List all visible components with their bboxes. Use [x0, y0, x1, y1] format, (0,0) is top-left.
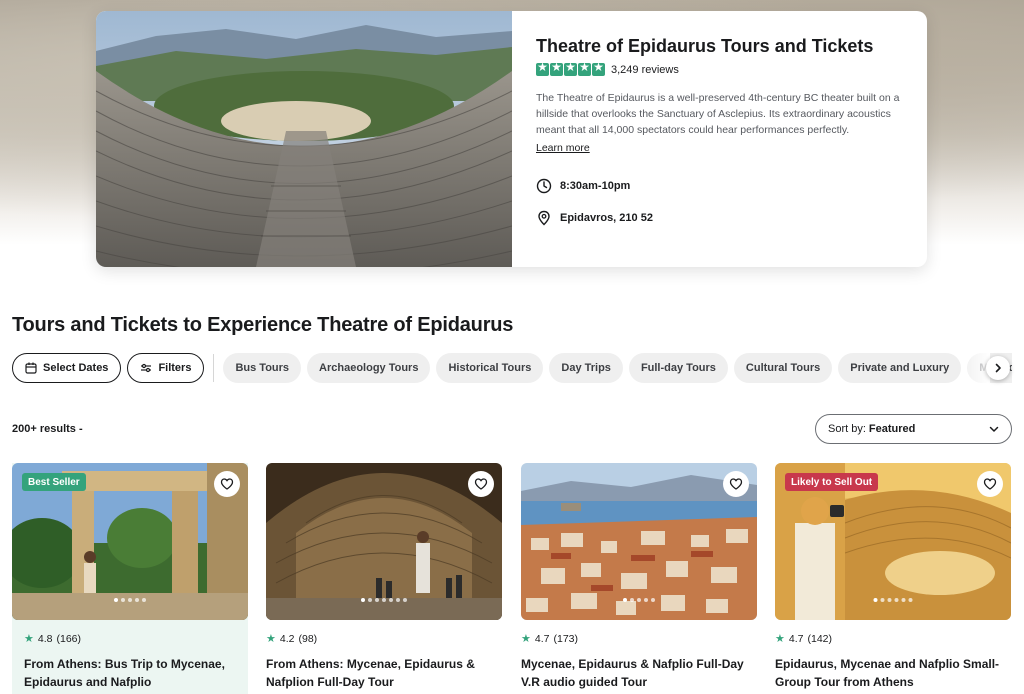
chip-archaeology-tours[interactable]: Archaeology Tours	[307, 353, 431, 383]
sort-value: Featured	[868, 423, 916, 435]
chip-historical-tours[interactable]: Historical Tours	[436, 353, 544, 383]
select-dates-button[interactable]: Select Dates	[12, 353, 122, 383]
results-count: 200+ results -	[12, 423, 83, 435]
chevron-down-icon	[989, 426, 999, 432]
rating-value: 4.8	[37, 632, 53, 645]
rating-value: 4.7	[534, 632, 550, 645]
location-text: Epidavros, 210 52	[560, 212, 653, 224]
chip-full-day-tours[interactable]: Full-day Tours	[628, 353, 728, 383]
hero-photo	[96, 11, 512, 267]
hero-card: Theatre of Epidaurus Tours and Tickets 3…	[96, 11, 927, 267]
chip-cultural-tours[interactable]: Cultural Tours	[733, 353, 833, 383]
rating-count: (166)	[56, 632, 81, 645]
chip-bus-tours[interactable]: Bus Tours	[223, 353, 302, 383]
location: Epidavros, 210 52	[536, 210, 908, 226]
carousel-dots	[873, 598, 913, 602]
heart-icon	[983, 478, 997, 490]
star-icon	[536, 60, 549, 76]
carousel-dots	[361, 598, 407, 602]
tour-card[interactable]: Best Seller ★ 4.8 (166) From Athens: Bus…	[12, 463, 248, 694]
hours-text: 8:30am-10pm	[560, 180, 631, 192]
sort-dropdown[interactable]: Sort by: Featured	[815, 414, 1012, 444]
card-title[interactable]: Epidaurus, Mycenae and Nafplio Small-Gro…	[775, 655, 1011, 691]
best-seller-badge: Best Seller	[22, 473, 86, 491]
card-rating: ★ 4.8 (166)	[12, 632, 248, 645]
star-icon	[564, 60, 577, 76]
tour-photo[interactable]	[266, 463, 502, 620]
star-icon: ★	[775, 632, 785, 645]
opening-hours: 8:30am-10pm	[536, 178, 908, 194]
carousel-dots	[623, 598, 655, 602]
tour-photo[interactable]	[521, 463, 757, 620]
filter-bar: Select Dates Filters Bus Tours Archaeolo…	[12, 353, 1012, 383]
reviews-count: 3,249 reviews	[611, 63, 679, 76]
filters-button[interactable]: Filters	[127, 353, 205, 383]
rating-stars	[536, 60, 605, 76]
sort-prefix: Sort by:	[828, 423, 866, 435]
calendar-icon	[25, 362, 37, 374]
chips-next-button[interactable]	[986, 356, 1010, 380]
star-icon: ★	[521, 632, 531, 645]
star-icon	[578, 60, 591, 76]
tour-card[interactable]: ★ 4.7 (173) Mycenae, Epidaurus & Nafplio…	[521, 463, 757, 694]
star-icon	[592, 60, 605, 76]
rating-value: 4.2	[279, 632, 295, 645]
page-title: Theatre of Epidaurus Tours and Tickets	[536, 36, 874, 56]
likely-to-sell-out-badge: Likely to Sell Out	[785, 473, 879, 491]
star-icon: ★	[266, 632, 276, 645]
learn-more-link[interactable]: Learn more	[536, 142, 590, 154]
carousel-dots	[114, 598, 146, 602]
hero-rating[interactable]: 3,249 reviews	[536, 60, 908, 76]
chip-day-trips[interactable]: Day Trips	[549, 353, 623, 383]
filters-label: Filters	[158, 362, 192, 374]
hero-description: The Theatre of Epidaurus is a well-prese…	[536, 92, 900, 136]
heart-icon	[220, 478, 234, 490]
rating-value: 4.7	[788, 632, 804, 645]
card-title[interactable]: From Athens: Bus Trip to Mycenae, Epidau…	[12, 655, 248, 691]
section-title: Tours and Tickets to Experience Theatre …	[12, 314, 514, 336]
star-icon	[550, 60, 563, 76]
card-title[interactable]: From Athens: Mycenae, Epidaurus & Nafpli…	[266, 655, 502, 691]
card-rating: ★ 4.7 (142)	[775, 632, 1011, 645]
rating-count: (173)	[553, 632, 578, 645]
heart-icon	[729, 478, 743, 490]
wishlist-button[interactable]	[214, 471, 240, 497]
card-title[interactable]: Mycenae, Epidaurus & Nafplio Full-Day V.…	[521, 655, 757, 691]
sliders-icon	[141, 363, 152, 373]
heart-icon	[474, 478, 488, 490]
map-pin-icon	[538, 210, 550, 226]
wishlist-button[interactable]	[977, 471, 1003, 497]
tour-photo[interactable]: Likely to Sell Out	[775, 463, 1011, 620]
rating-count: (142)	[807, 632, 832, 645]
tour-photo[interactable]: Best Seller	[12, 463, 248, 620]
wishlist-button[interactable]	[723, 471, 749, 497]
tour-card[interactable]: ★ 4.2 (98) From Athens: Mycenae, Epidaur…	[266, 463, 502, 694]
select-dates-label: Select Dates	[43, 362, 109, 374]
filter-divider	[213, 354, 215, 382]
card-rating: ★ 4.2 (98)	[266, 632, 502, 645]
chip-private-and-luxury[interactable]: Private and Luxury	[838, 353, 962, 383]
card-rating: ★ 4.7 (173)	[521, 632, 757, 645]
clock-icon	[536, 178, 552, 194]
chevron-right-icon	[995, 363, 1001, 373]
wishlist-button[interactable]	[468, 471, 494, 497]
hero-info: Theatre of Epidaurus Tours and Tickets 3…	[512, 11, 927, 267]
rating-count: (98)	[298, 632, 318, 645]
tour-card[interactable]: Likely to Sell Out ★ 4.7 (142) Epidaurus…	[775, 463, 1011, 694]
star-icon: ★	[24, 632, 34, 645]
